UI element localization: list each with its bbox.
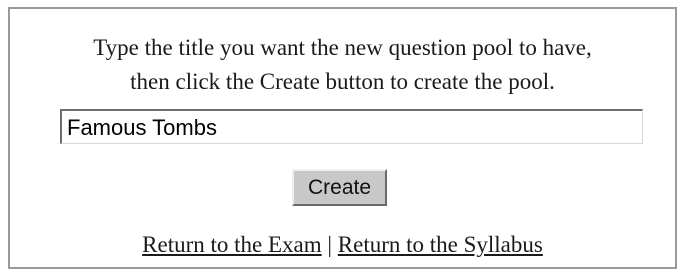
pool-title-input[interactable] <box>60 109 643 144</box>
create-pool-panel: Type the title you want the new question… <box>8 7 677 269</box>
return-to-syllabus-link[interactable]: Return to the Syllabus <box>338 232 543 257</box>
return-to-exam-link[interactable]: Return to the Exam <box>142 232 322 257</box>
instructions-line-2: then click the Create button to create t… <box>130 69 555 94</box>
instructions-line-1: Type the title you want the new question… <box>93 35 592 60</box>
create-button[interactable]: Create <box>292 169 387 206</box>
link-separator: | <box>327 232 333 257</box>
navigation-links: Return to the Exam | Return to the Sylla… <box>10 230 675 260</box>
instructions-text: Type the title you want the new question… <box>10 31 675 99</box>
